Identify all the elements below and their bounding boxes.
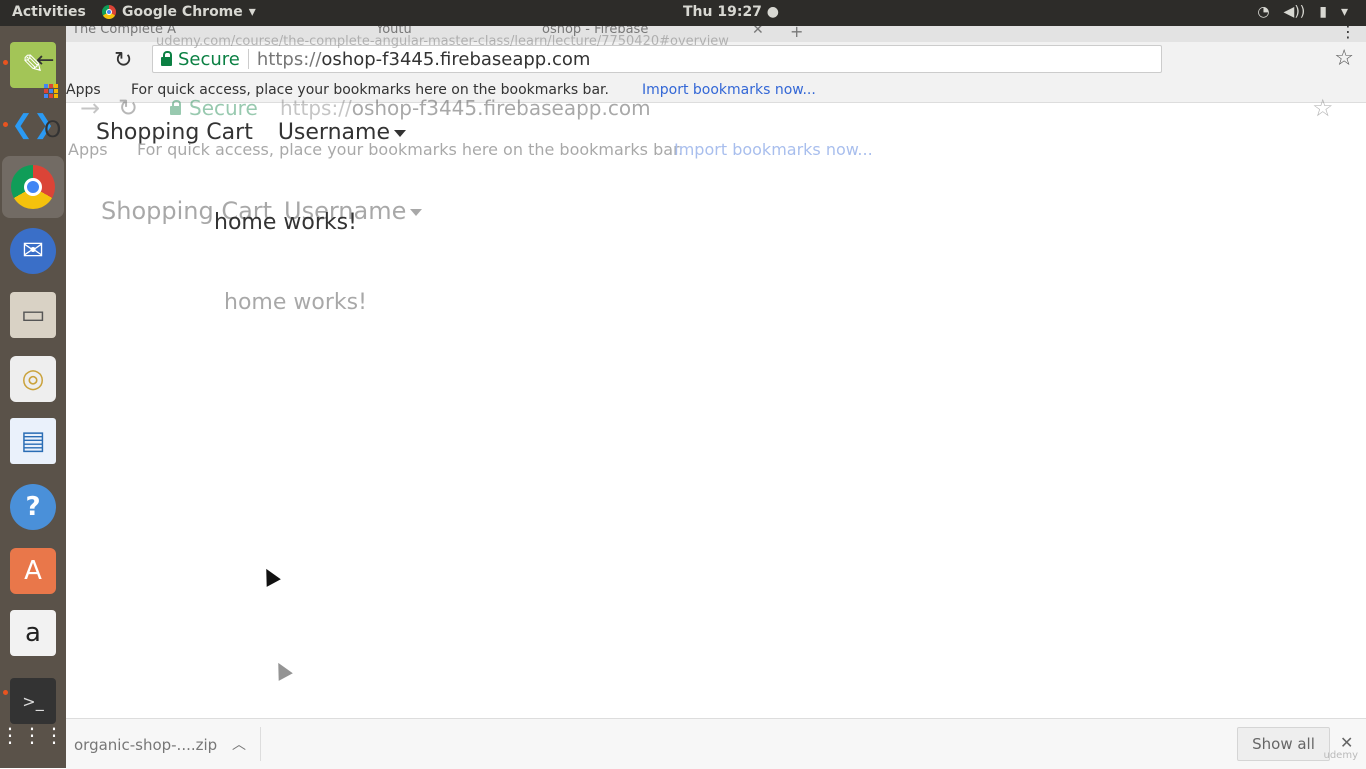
bookmark-star-icon[interactable]: ☆ bbox=[1334, 46, 1354, 71]
show-all-button[interactable]: Show all bbox=[1237, 727, 1330, 761]
chrome-window: The Complete A Youtu oshop - Firebase ✕ … bbox=[36, 26, 1366, 768]
help-icon[interactable]: ? bbox=[10, 484, 56, 530]
battery-icon[interactable]: ▮ bbox=[1319, 4, 1327, 20]
apps-icon[interactable] bbox=[44, 84, 58, 98]
chrome-icon bbox=[102, 5, 116, 19]
bookmarks-hint: For quick access, place your bookmarks h… bbox=[131, 82, 609, 98]
amazon-icon[interactable]: a bbox=[10, 610, 56, 656]
home-text: home works! bbox=[214, 210, 357, 235]
tab[interactable]: The Complete A bbox=[72, 26, 176, 37]
address-bar[interactable]: Secure https://oshop-f3445.firebaseapp.c… bbox=[152, 45, 1162, 73]
app-name-label: Google Chrome bbox=[122, 4, 243, 20]
caret-down-icon bbox=[393, 129, 406, 137]
page-navbar: O Shopping Cart Username bbox=[44, 118, 406, 145]
url-host: oshop-f3445.firebaseapp.com bbox=[321, 48, 591, 70]
tab[interactable]: Youtu bbox=[376, 26, 412, 37]
download-file[interactable]: organic-shop-....zip bbox=[74, 736, 217, 754]
apps-link[interactable]: Apps bbox=[66, 82, 101, 98]
clock[interactable]: Thu 19:27 ● bbox=[683, 4, 779, 20]
chevron-up-icon[interactable]: ︿ bbox=[232, 734, 246, 754]
new-tab-button[interactable]: + bbox=[790, 26, 803, 41]
top-panel: Activities Google Chrome ▾ Thu 19:27 ● ◔… bbox=[0, 0, 1366, 26]
activities-button[interactable]: Activities bbox=[12, 4, 86, 20]
brand-logo[interactable]: O bbox=[44, 118, 61, 143]
toolbar: ← ↻ Secure https://oshop-f3445.firebasea… bbox=[36, 42, 1366, 78]
close-tab-icon[interactable]: ✕ bbox=[752, 26, 764, 38]
software-icon[interactable]: A bbox=[10, 548, 56, 594]
chrome-icon[interactable] bbox=[2, 156, 64, 218]
secure-badge[interactable]: Secure bbox=[161, 49, 240, 70]
rhythmbox-icon[interactable]: ◎ bbox=[10, 356, 56, 402]
url-scheme: https:// bbox=[256, 48, 322, 70]
reload-icon[interactable]: ↻ bbox=[114, 48, 132, 73]
lock-icon bbox=[161, 50, 172, 66]
writer-icon[interactable]: ▤ bbox=[10, 418, 56, 464]
username-label: Username bbox=[277, 120, 390, 145]
secure-label: Secure bbox=[178, 48, 240, 70]
watermark-logo: udemy bbox=[1323, 750, 1359, 761]
shopping-cart-link[interactable]: Shopping Cart bbox=[96, 120, 253, 145]
tab-strip: The Complete A Youtu oshop - Firebase ✕ … bbox=[66, 26, 1366, 42]
wifi-icon[interactable]: ◔ bbox=[1257, 4, 1269, 20]
chevron-down-icon: ▾ bbox=[248, 4, 256, 20]
files-icon[interactable]: ▭ bbox=[10, 292, 56, 338]
username-dropdown[interactable]: Username bbox=[278, 120, 406, 145]
url-text[interactable]: https://oshop-f3445.firebaseapp.com bbox=[257, 49, 591, 70]
tab[interactable]: oshop - Firebase bbox=[542, 26, 648, 37]
thunderbird-icon[interactable]: ✉ bbox=[10, 228, 56, 274]
import-bookmarks-link[interactable]: Import bookmarks now... bbox=[642, 82, 816, 98]
power-menu-icon[interactable]: ▾ bbox=[1341, 4, 1348, 20]
show-apps-icon[interactable]: ⋮⋮⋮ bbox=[0, 712, 64, 758]
volume-icon[interactable]: ◀)) bbox=[1284, 4, 1306, 20]
app-menu[interactable]: Google Chrome ▾ bbox=[102, 4, 256, 20]
back-icon[interactable]: ← bbox=[36, 48, 54, 73]
system-tray[interactable]: ◔ ◀)) ▮ ▾ bbox=[1257, 4, 1348, 20]
bookmarks-bar: Apps For quick access, place your bookma… bbox=[44, 78, 1366, 103]
menu-icon[interactable]: ⋮ bbox=[1340, 26, 1356, 41]
download-bar: organic-shop-....zip ︿ Show all ✕ udemy bbox=[66, 718, 1366, 769]
